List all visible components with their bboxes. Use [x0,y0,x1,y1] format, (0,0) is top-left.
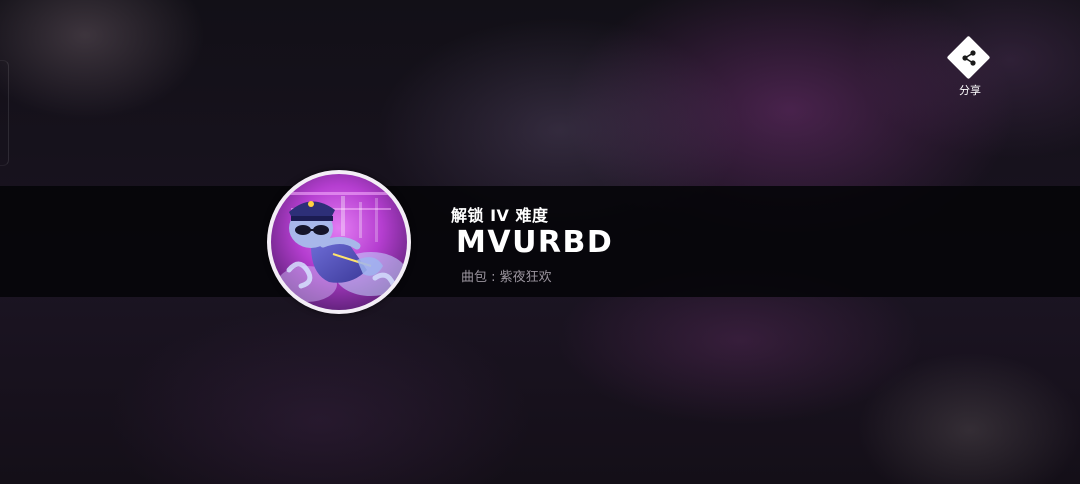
song-cover-art [271,174,407,310]
share-icon [962,50,976,66]
cover-illustration [271,174,407,310]
song-pack-label: 曲包 : 紫夜狂欢 [461,270,552,285]
unlock-screen: 解锁 IV 难度 MVURBD 曲包 : 紫夜狂欢 分享 [0,0,1080,484]
song-title: MVURBD [456,225,614,260]
unlock-difficulty-text: 解锁 IV 难度 [451,206,549,225]
share-button[interactable]: 分享 [940,35,1000,100]
song-cover [267,170,411,314]
left-edge-tab[interactable] [0,60,9,166]
share-label: 分享 [959,84,981,97]
